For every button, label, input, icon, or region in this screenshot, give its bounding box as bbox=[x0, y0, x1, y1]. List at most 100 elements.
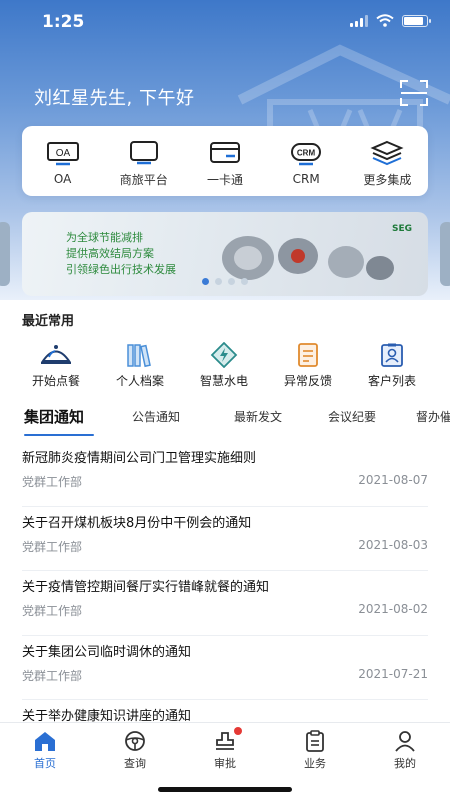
nav-label: 查询 bbox=[124, 757, 146, 770]
cloche-icon bbox=[39, 342, 73, 368]
news-item[interactable]: 关于疫情管控期间餐厅实行错峰就餐的通知 党群工作部 2021-08-02 bbox=[22, 571, 428, 636]
recent-section-title: 最近常用 bbox=[22, 314, 75, 329]
bottom-nav: 首页 查询 审批 业务 我的 bbox=[0, 722, 450, 800]
status-bar: 1:25 bbox=[0, 0, 450, 44]
app-card[interactable]: 一卡通 bbox=[189, 139, 261, 188]
nav-business[interactable]: 业务 bbox=[285, 729, 345, 771]
report-icon bbox=[291, 342, 325, 368]
contact-card-icon bbox=[375, 342, 409, 368]
battery-fill bbox=[404, 16, 423, 25]
app-label: CRM bbox=[292, 172, 320, 186]
banner-prev-peek bbox=[0, 222, 10, 286]
recent-items: 开始点餐 个人档案 智慧水电 异常反馈 客户列表 bbox=[14, 342, 434, 389]
home-indicator bbox=[158, 787, 292, 792]
tab-meeting-minutes[interactable]: 会议纪要 bbox=[328, 408, 376, 425]
tab-supervision[interactable]: 督办催 bbox=[416, 408, 450, 425]
app-travel-platform[interactable]: 商旅平台 bbox=[108, 139, 180, 188]
travel-platform-icon bbox=[127, 139, 161, 167]
recent-item-order-meal[interactable]: 开始点餐 bbox=[14, 342, 98, 389]
tab-announcements[interactable]: 公告通知 bbox=[132, 408, 180, 425]
news-item[interactable]: 关于集团公司临时调休的通知 党群工作部 2021-07-21 bbox=[22, 636, 428, 700]
news-item[interactable]: 新冠肺炎疫情期间公司门卫管理实施细则 党群工作部 2021-08-07 bbox=[22, 442, 428, 507]
nav-label: 业务 bbox=[304, 757, 326, 770]
signal-icon bbox=[350, 14, 368, 27]
battery-icon bbox=[402, 14, 431, 27]
banner-next-peek bbox=[440, 222, 450, 286]
nav-approval[interactable]: 审批 bbox=[195, 727, 255, 771]
status-time: 1:25 bbox=[42, 12, 85, 32]
recent-item-label: 客户列表 bbox=[367, 374, 416, 388]
tab-latest-documents[interactable]: 最新发文 bbox=[234, 408, 282, 425]
news-date: 2021-08-07 bbox=[358, 473, 428, 487]
banner-line: 提供高效结局方案 bbox=[66, 247, 154, 260]
user-icon bbox=[392, 729, 418, 753]
steering-wheel-icon bbox=[122, 729, 148, 753]
recent-item-profile[interactable]: 个人档案 bbox=[98, 342, 182, 389]
recent-item-label: 开始点餐 bbox=[31, 374, 80, 388]
nav-profile[interactable]: 我的 bbox=[375, 729, 435, 771]
nav-label: 审批 bbox=[214, 757, 236, 770]
banner-line: 为全球节能减排 bbox=[66, 231, 143, 244]
seg-logo: SEG bbox=[391, 224, 412, 234]
banner-slide[interactable]: 为全球节能减排 提供高效结局方案 引领绿色出行技术发展 SEG bbox=[22, 212, 428, 296]
stamp-icon bbox=[212, 727, 242, 753]
news-list: 新冠肺炎疫情期间公司门卫管理实施细则 党群工作部 2021-08-07 关于召开… bbox=[22, 442, 428, 765]
carousel-dot[interactable] bbox=[215, 278, 222, 285]
news-tabs: 集团通知 公告通知 最新发文 会议纪要 督办催 bbox=[0, 400, 450, 440]
layers-icon bbox=[370, 139, 404, 167]
scan-icon[interactable] bbox=[400, 80, 428, 106]
recent-item-label: 智慧水电 bbox=[199, 374, 248, 388]
svg-text:CRM: CRM bbox=[297, 149, 316, 158]
news-dept: 党群工作部 bbox=[22, 604, 83, 618]
carousel-dots bbox=[22, 278, 428, 285]
svg-text:OA: OA bbox=[55, 148, 70, 159]
news-date: 2021-07-21 bbox=[358, 666, 428, 681]
app-label: 商旅平台 bbox=[119, 172, 168, 187]
wifi-icon bbox=[376, 14, 394, 27]
news-date: 2021-08-02 bbox=[358, 602, 428, 616]
recent-item-label: 异常反馈 bbox=[283, 374, 332, 388]
news-dept: 党群工作部 bbox=[22, 539, 83, 554]
oa-icon: OA bbox=[46, 140, 80, 168]
app-oa[interactable]: OA OA bbox=[27, 140, 99, 186]
recent-item-smart-utility[interactable]: 智慧水电 bbox=[182, 342, 266, 389]
carousel-dot[interactable] bbox=[228, 278, 235, 285]
news-title: 新冠肺炎疫情期间公司门卫管理实施细则 bbox=[22, 451, 257, 466]
recent-item-label: 个人档案 bbox=[115, 374, 164, 388]
news-title: 关于集团公司临时调休的通知 bbox=[22, 644, 192, 660]
news-dept: 党群工作部 bbox=[22, 668, 83, 683]
nav-label: 我的 bbox=[394, 757, 416, 770]
banner-carousel[interactable]: 为全球节能减排 提供高效结局方案 引领绿色出行技术发展 SEG bbox=[0, 212, 450, 298]
recent-item-customers[interactable]: 客户列表 bbox=[350, 342, 434, 389]
home-icon bbox=[32, 729, 58, 753]
books-icon bbox=[123, 342, 157, 368]
app-label: OA bbox=[53, 172, 72, 186]
app-label: 更多集成 bbox=[363, 172, 412, 187]
card-icon bbox=[208, 139, 242, 167]
clipboard-icon bbox=[302, 729, 328, 753]
news-dept: 党群工作部 bbox=[22, 475, 83, 489]
banner-line: 引领绿色出行技术发展 bbox=[66, 263, 176, 276]
app-crm[interactable]: CRM CRM bbox=[270, 140, 342, 186]
nav-home[interactable]: 首页 bbox=[15, 729, 75, 771]
carousel-dot[interactable] bbox=[202, 278, 209, 285]
nav-query[interactable]: 查询 bbox=[105, 729, 165, 771]
news-title: 关于疫情管控期间餐厅实行错峰就餐的通知 bbox=[22, 580, 270, 595]
carousel-dot[interactable] bbox=[241, 278, 248, 285]
app-label: 一卡通 bbox=[206, 172, 243, 187]
crm-icon: CRM bbox=[289, 140, 323, 168]
energy-icon bbox=[207, 342, 241, 368]
quick-apps-card: OA OA 商旅平台 一卡通 CRM CRM 更多集成 bbox=[22, 126, 428, 196]
greeting-text: 刘红星先生, 下午好 bbox=[34, 88, 195, 109]
banner-text: 为全球节能减排 提供高效结局方案 引领绿色出行技术发展 bbox=[66, 230, 176, 278]
news-item[interactable]: 关于召开煤机板块8月份中干例会的通知 党群工作部 2021-08-03 bbox=[22, 507, 428, 571]
news-date: 2021-08-03 bbox=[358, 537, 428, 552]
recent-item-feedback[interactable]: 异常反馈 bbox=[266, 342, 350, 389]
active-tab-indicator bbox=[24, 434, 94, 436]
status-icons bbox=[350, 14, 431, 27]
app-more[interactable]: 更多集成 bbox=[351, 139, 423, 188]
news-title: 关于召开煤机板块8月份中干例会的通知 bbox=[22, 515, 252, 531]
nav-label: 首页 bbox=[34, 757, 56, 770]
notification-badge bbox=[234, 727, 242, 735]
tab-group-notice[interactable]: 集团通知 bbox=[24, 406, 84, 427]
